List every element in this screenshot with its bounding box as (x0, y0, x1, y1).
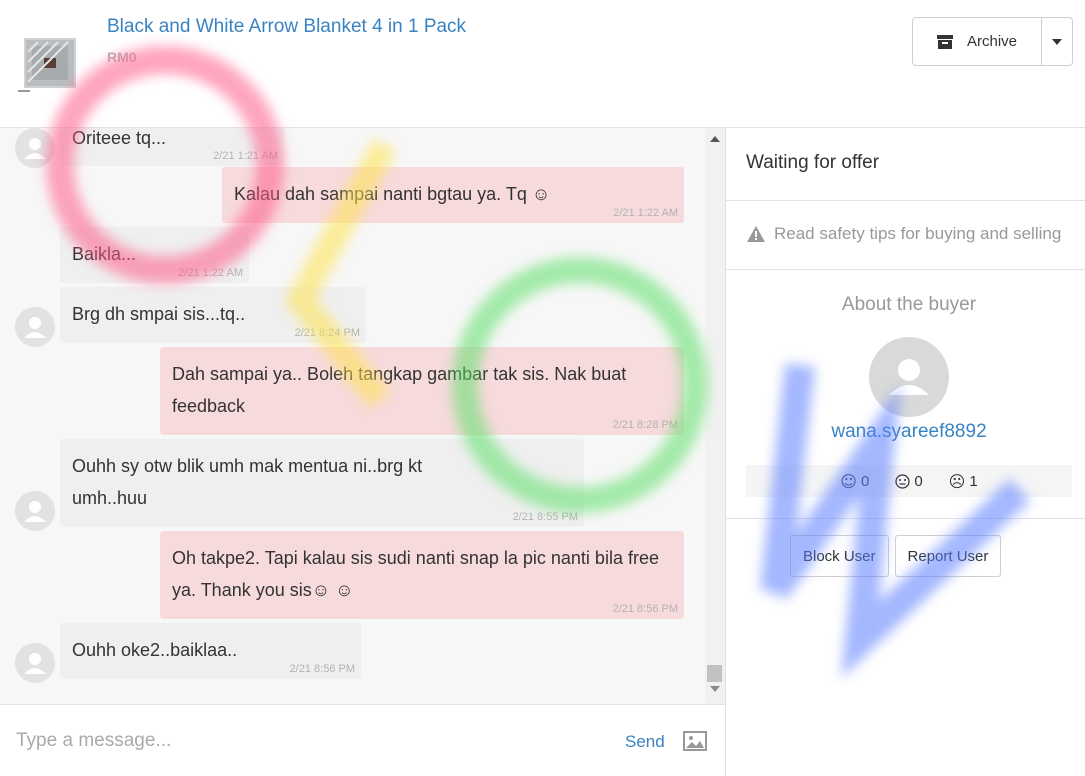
scroll-down-arrow-icon[interactable] (710, 686, 720, 692)
message-composer: Send (0, 704, 726, 776)
offer-status: Waiting for offer (746, 152, 880, 173)
message-text: Kalau dah sampai nanti bgtau ya. Tq ☺ (234, 184, 551, 204)
safety-tips-label: Read safety tips for buying and selling (774, 224, 1062, 243)
frown-icon: ☹ (948, 471, 966, 491)
product-title-link[interactable]: Black and White Arrow Blanket 4 in 1 Pac… (107, 16, 466, 38)
message-time: 2/21 1:22 AM (178, 267, 243, 279)
report-user-button[interactable]: Report User (894, 535, 1002, 577)
product-price: RM0 (107, 49, 137, 65)
listing-header: Black and White Arrow Blanket 4 in 1 Pac… (0, 0, 1085, 128)
product-thumbnail[interactable] (18, 32, 80, 94)
message-bubble-outgoing: Oh takpe2. Tapi kalau sis sudi nanti sna… (160, 531, 684, 619)
message-time: 2/21 8:56 PM (612, 603, 678, 615)
divider (726, 518, 1085, 519)
buyer-avatar-small (15, 128, 55, 168)
message-bubble-incoming: Brg dh smpai sis...tq.. 2/21 8:24 PM (60, 287, 366, 343)
scrollbar-thumb[interactable] (707, 665, 722, 682)
archive-dropdown-toggle[interactable] (1042, 18, 1072, 65)
divider (726, 269, 1085, 270)
message-bubble-incoming: Baikla... 2/21 1:22 AM (60, 227, 249, 283)
message-text: Ouhh sy otw blik umh mak mentua ni..brg … (72, 456, 423, 508)
message-time: 2/21 1:22 AM (613, 207, 678, 219)
archive-button[interactable]: Archive (913, 18, 1042, 65)
safety-tips-link[interactable]: Read safety tips for buying and selling (746, 224, 1061, 244)
message-bubble-incoming: Oriteee tq... 2/21 1:21 AM (60, 128, 284, 166)
caret-down-icon (1052, 38, 1062, 45)
rating-count: 1 (969, 472, 978, 490)
message-time: 2/21 8:56 PM (289, 663, 355, 675)
chat-scrollbar[interactable] (705, 128, 725, 704)
message-text: Oh takpe2. Tapi kalau sis sudi nanti sna… (172, 548, 659, 600)
message-time: 2/21 8:24 PM (294, 327, 360, 339)
archive-button-label: Archive (966, 33, 1018, 50)
message-time: 2/21 8:55 PM (512, 511, 578, 523)
message-bubble-incoming: Ouhh oke2..baiklaa.. 2/21 8:56 PM (60, 623, 361, 679)
message-bubble-outgoing: Kalau dah sampai nanti bgtau ya. Tq ☺ 2/… (222, 167, 684, 223)
rating-count: 0 (914, 472, 923, 490)
warning-icon (747, 226, 765, 242)
rating-count: 0 (860, 472, 870, 490)
rating-negative: ☹ 1 (949, 472, 978, 491)
offer-sidebar: Waiting for offer Read safety tips for b… (726, 128, 1085, 776)
message-bubble-incoming: Ouhh sy otw blik umh mak mentua ni..brg … (60, 439, 584, 527)
user-silhouette-icon (24, 501, 46, 522)
smile-icon: ☺ (840, 471, 857, 491)
block-user-button[interactable]: Block User (790, 535, 889, 577)
archive-button-group: Archive (912, 17, 1073, 66)
buyer-avatar-small (15, 643, 55, 683)
message-text: Dah sampai ya.. Boleh tangkap gambar tak… (172, 364, 627, 416)
neutral-face-icon (895, 473, 910, 489)
user-silhouette-icon (889, 359, 929, 395)
buyer-username-link[interactable]: wana.syareef8892 (726, 421, 1085, 443)
chat-history[interactable]: Oriteee tq... 2/21 1:21 AM Kalau dah sam… (0, 128, 726, 704)
buyer-avatar-small (15, 307, 55, 347)
message-time: 2/21 1:21 AM (213, 150, 278, 162)
buyer-avatar-small (15, 491, 55, 531)
archive-box-icon (936, 34, 953, 49)
user-silhouette-icon (24, 317, 46, 338)
message-input[interactable] (16, 725, 576, 757)
image-attach-icon[interactable] (683, 731, 707, 751)
message-bubble-outgoing: Dah sampai ya.. Boleh tangkap gambar tak… (160, 347, 684, 435)
rating-positive: ☺ 0 (840, 472, 869, 491)
rating-neutral: 0 (895, 472, 923, 490)
buyer-ratings: ☺ 0 0 ☹ 1 (746, 465, 1072, 497)
about-buyer-heading: About the buyer (841, 294, 977, 315)
scroll-up-arrow-icon[interactable] (710, 136, 720, 142)
send-button[interactable]: Send (625, 732, 665, 752)
user-actions: Block User Report User (790, 535, 1002, 577)
user-silhouette-icon (24, 138, 46, 159)
divider (726, 200, 1085, 201)
buyer-avatar[interactable] (869, 337, 949, 417)
message-time: 2/21 8:28 PM (612, 419, 678, 431)
user-silhouette-icon (24, 653, 46, 674)
